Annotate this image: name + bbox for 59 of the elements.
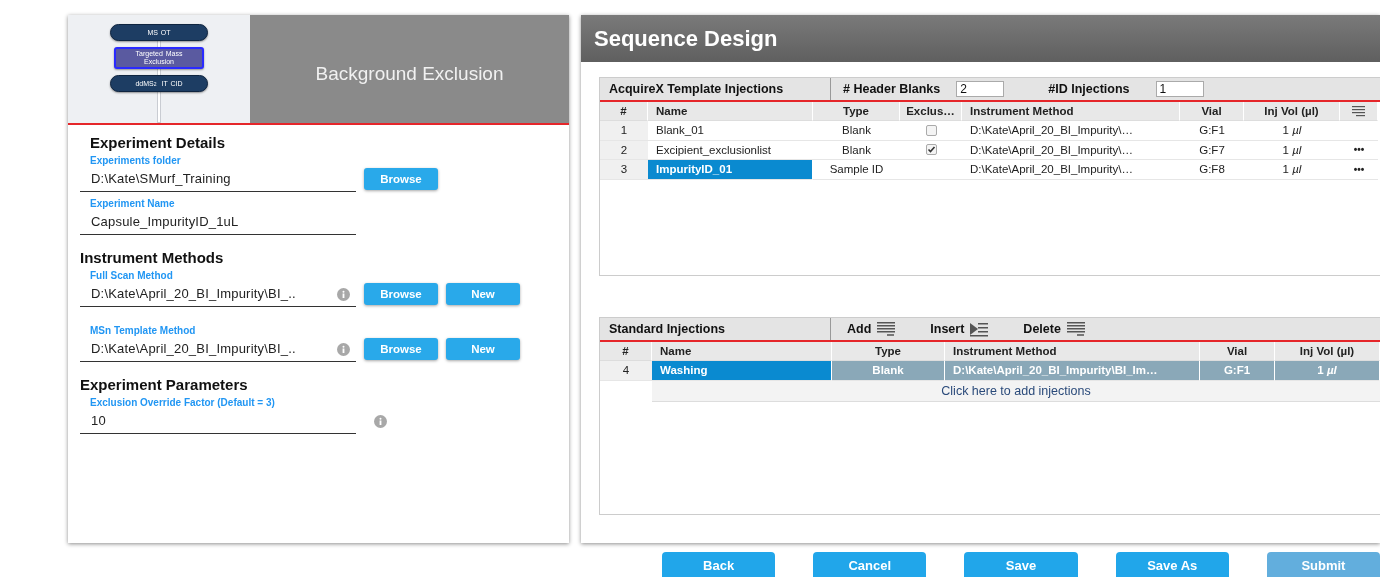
info-icon[interactable] [337,343,350,356]
insert-rows-icon [969,321,990,337]
column-header[interactable]: Name [648,102,813,121]
column-header[interactable]: Name [652,342,832,361]
exclusion-checkbox[interactable] [925,124,937,136]
input-field[interactable]: D:\Kate\SMurf_Training [80,166,356,192]
section-title: Experiment Parameters [80,376,249,393]
delete-button[interactable]: Delete [1023,321,1086,337]
info-icon[interactable] [337,288,350,301]
panel-title: Sequence Design [594,25,778,52]
column-menu-icon[interactable] [1352,105,1365,117]
row-number: 3 [600,160,648,180]
section-title: Instrument Methods [80,249,225,266]
row-number: 4 [600,361,652,381]
row-number: 1 [600,121,648,141]
table-cell: 1 µl [1275,361,1380,381]
id-injections-field[interactable]: 1 [1155,81,1204,97]
table-cell: D:\Kate\April_20_BI_Impurity\BI_Im… [945,361,1200,381]
column-header[interactable]: Vial [1200,342,1275,361]
toolbar-title: Standard Injections [600,318,831,340]
header-blanks-field[interactable]: 2 [956,81,1005,97]
info-icon[interactable] [374,414,387,428]
more-button[interactable]: ••• [1353,163,1365,175]
input-field[interactable]: 10 [80,408,356,434]
field-label: Exclusion Override Factor (Default = 3) [90,397,276,408]
column-header[interactable]: Inj Vol (µl) [1244,102,1340,121]
field-label: Full Scan Method [90,270,174,281]
column-header[interactable]: Inj Vol (µl) [1275,342,1380,361]
add-injections-link[interactable]: Click here to add injections [652,380,1380,402]
name-cell[interactable]: Washing [652,361,832,381]
banner-title: Background Exclusion [315,63,504,85]
toolbar-title: AcquireX Template Injections [600,78,831,100]
toolbar-label: #ID Injections [1048,82,1130,96]
delete-row-icon [1065,321,1086,337]
input-field[interactable]: D:\Kate\April_20_BI_Impurity\BI_.. [80,281,356,307]
column-header[interactable]: # [600,102,648,121]
toolbar-label: # Header Blanks [843,82,941,96]
column-header[interactable]: Type [832,342,945,361]
insert-button[interactable]: Insert [930,321,990,337]
column-header[interactable]: Instrument Method [945,342,1200,361]
column-header[interactable]: Type [813,102,900,121]
column-header[interactable]: # [600,342,652,361]
row-number: 2 [600,140,648,160]
exclusion-checkbox[interactable] [925,144,937,156]
more-button[interactable]: ••• [1353,144,1365,156]
column-header[interactable]: Vial [1180,102,1244,121]
section-title: Experiment Details [90,134,227,151]
field-label: MSn Template Method [90,325,197,336]
name-cell[interactable]: ImpurityID_01 [648,160,813,180]
add-button[interactable]: Add [847,321,897,337]
input-field[interactable]: D:\Kate\April_20_BI_Impurity\BI_.. [80,336,356,362]
input-field[interactable]: Capsule_ImpurityID_1uL [80,209,356,235]
column-header[interactable]: Instrument Method [962,102,1180,121]
table-cell: G:F1 [1200,361,1275,381]
field-label: Experiment Name [90,198,176,209]
table-cell: Blank [832,361,945,381]
field-label: Experiments folder [90,155,182,166]
add-row-icon [876,321,897,337]
column-header[interactable]: Exclus… [900,102,962,121]
